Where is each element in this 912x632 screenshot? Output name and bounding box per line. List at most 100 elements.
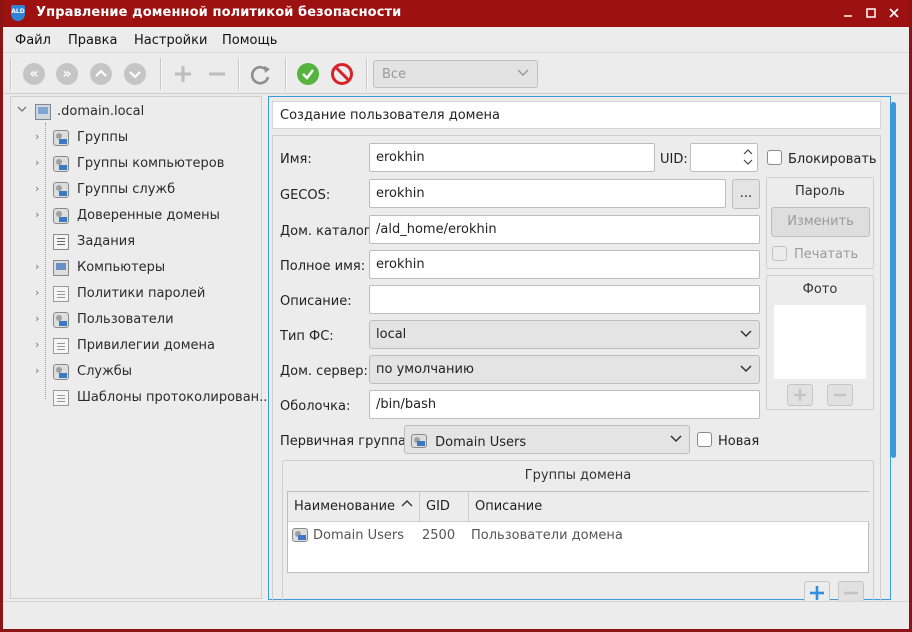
first-icon[interactable]: « (23, 63, 45, 85)
close-icon (889, 8, 899, 18)
tree-item-label: Доверенные домены (77, 208, 220, 223)
user-form-panel: Создание пользователя домена Имя: erokhi… (268, 96, 891, 603)
gecos-edit-button[interactable]: ... (732, 179, 760, 209)
home-server-combobox[interactable]: по умолчанию (369, 355, 760, 384)
description-label: Описание: (280, 294, 352, 309)
tree-item-password-policies[interactable]: › Политики паролей (11, 281, 261, 307)
apply-icon[interactable] (297, 63, 319, 85)
remove-photo-button[interactable] (827, 384, 853, 406)
minimize-button[interactable] (839, 4, 857, 22)
collapse-icon[interactable] (17, 104, 27, 117)
full-name-field[interactable]: erokhin (369, 250, 760, 279)
up-icon[interactable] (90, 63, 112, 85)
tree-item-groups[interactable]: › Группы (11, 125, 261, 151)
privileges-icon (53, 338, 69, 354)
expand-icon[interactable]: › (35, 182, 39, 195)
tree-item-label: Привилегии домена (77, 338, 215, 353)
add-domain-group-button[interactable] (804, 581, 830, 603)
spin-arrows-icon (743, 149, 753, 165)
app-icon: ALD (11, 5, 25, 21)
full-name-label: Полное имя: (280, 259, 366, 274)
chevron-down-icon (517, 65, 529, 84)
tree-item-trusted-domains[interactable]: › Доверенные домены (11, 203, 261, 229)
expand-icon[interactable]: › (35, 312, 39, 325)
expand-icon[interactable]: › (35, 260, 39, 273)
column-header-gid[interactable]: GID (420, 492, 469, 522)
tree-item-tasks[interactable]: Задания (11, 229, 261, 255)
maximize-button[interactable] (862, 4, 880, 22)
new-group-checkbox[interactable] (697, 432, 712, 447)
chevron-down-icon (740, 326, 752, 345)
status-bar (3, 601, 909, 629)
tree-item-service-groups[interactable]: › Группы служб (11, 177, 261, 203)
tree-root-label: .domain.local (57, 104, 145, 119)
print-password-checkbox[interactable] (772, 246, 787, 261)
name-field[interactable]: erokhin (369, 143, 655, 172)
minus-icon (834, 393, 846, 397)
close-button[interactable] (885, 4, 903, 22)
cancel-icon[interactable] (331, 63, 353, 85)
tree-item-privileges[interactable]: › Привилегии домена (11, 333, 261, 359)
menu-help[interactable]: Помощь (222, 33, 277, 48)
domain-groups-box: Группы домена Наименование GID Описание … (282, 460, 874, 603)
block-checkbox[interactable] (767, 150, 782, 165)
fs-type-combobox[interactable]: local (369, 320, 760, 349)
primary-group-combobox[interactable]: Domain Users (404, 425, 690, 454)
tree-item-users[interactable]: › Пользователи (11, 307, 261, 333)
form-scrollbar[interactable] (891, 102, 896, 458)
expand-icon[interactable]: › (35, 338, 39, 351)
remove-domain-group-button[interactable] (838, 581, 864, 603)
home-dir-field[interactable]: /ald_home/erokhin (369, 215, 760, 244)
toolbar-separator (285, 58, 287, 90)
add-icon[interactable] (170, 60, 196, 88)
expand-icon[interactable]: › (35, 286, 39, 299)
shell-field[interactable]: /bin/bash (369, 390, 760, 419)
add-photo-button[interactable] (787, 384, 813, 406)
gecos-field[interactable]: erokhin (369, 179, 726, 208)
expand-icon[interactable]: › (35, 364, 39, 377)
column-header-description[interactable]: Описание (469, 492, 869, 522)
shell-label: Оболочка: (280, 399, 351, 414)
filter-combobox[interactable]: Все (373, 60, 538, 88)
tree-item-label: Задания (77, 234, 136, 249)
group-icon (292, 528, 308, 542)
fs-type-value: local (376, 327, 407, 342)
menu-bar: Файл Правка Настройки Помощь (3, 27, 909, 53)
toolbar-separator (366, 58, 368, 90)
tree-item-label: Шаблоны протоколирован... (77, 390, 272, 405)
tree-item-computers[interactable]: › Компьютеры (11, 255, 261, 281)
tree-item-services[interactable]: › Службы (11, 359, 261, 385)
minus-icon (844, 591, 858, 595)
title-bar: ALD Управление доменной политикой безопа… (3, 0, 909, 27)
last-icon[interactable]: » (56, 63, 78, 85)
description-field[interactable] (369, 285, 760, 314)
form-frame: Имя: erokhin UID: Блокировать GECOS: ero… (272, 135, 881, 603)
menu-settings[interactable]: Настройки (134, 33, 207, 48)
expand-icon[interactable]: › (35, 130, 39, 143)
fs-type-label: Тип ФС: (280, 329, 334, 344)
menu-edit[interactable]: Правка (68, 33, 117, 48)
uid-spinbox[interactable] (690, 143, 758, 172)
tree-item-log-templates[interactable]: Шаблоны протоколирован... (11, 385, 272, 411)
tree-item-label: Группы (77, 130, 129, 145)
expand-icon[interactable]: › (35, 156, 39, 169)
toolbar-separator (160, 58, 162, 90)
photo-group: Фото (766, 275, 874, 410)
form-heading: Создание пользователя домена (272, 101, 881, 129)
password-group-title: Пароль (795, 184, 845, 199)
change-password-button[interactable]: Изменить (771, 207, 870, 237)
task-icon (53, 234, 69, 250)
tree-root[interactable]: .domain.local (11, 99, 261, 125)
refresh-icon[interactable] (247, 60, 273, 88)
menu-file[interactable]: Файл (15, 33, 51, 48)
down-icon[interactable] (124, 63, 146, 85)
name-label: Имя: (280, 152, 312, 167)
domain-icon (35, 104, 51, 120)
tree-item-computer-groups[interactable]: › Группы компьютеров (11, 151, 261, 177)
expand-icon[interactable]: › (35, 208, 39, 221)
remove-icon[interactable] (204, 60, 230, 88)
column-header-name[interactable]: Наименование (288, 492, 420, 522)
toolbar: « » Все (3, 54, 909, 94)
new-group-label: Новая (718, 434, 760, 449)
group-icon (53, 130, 69, 146)
